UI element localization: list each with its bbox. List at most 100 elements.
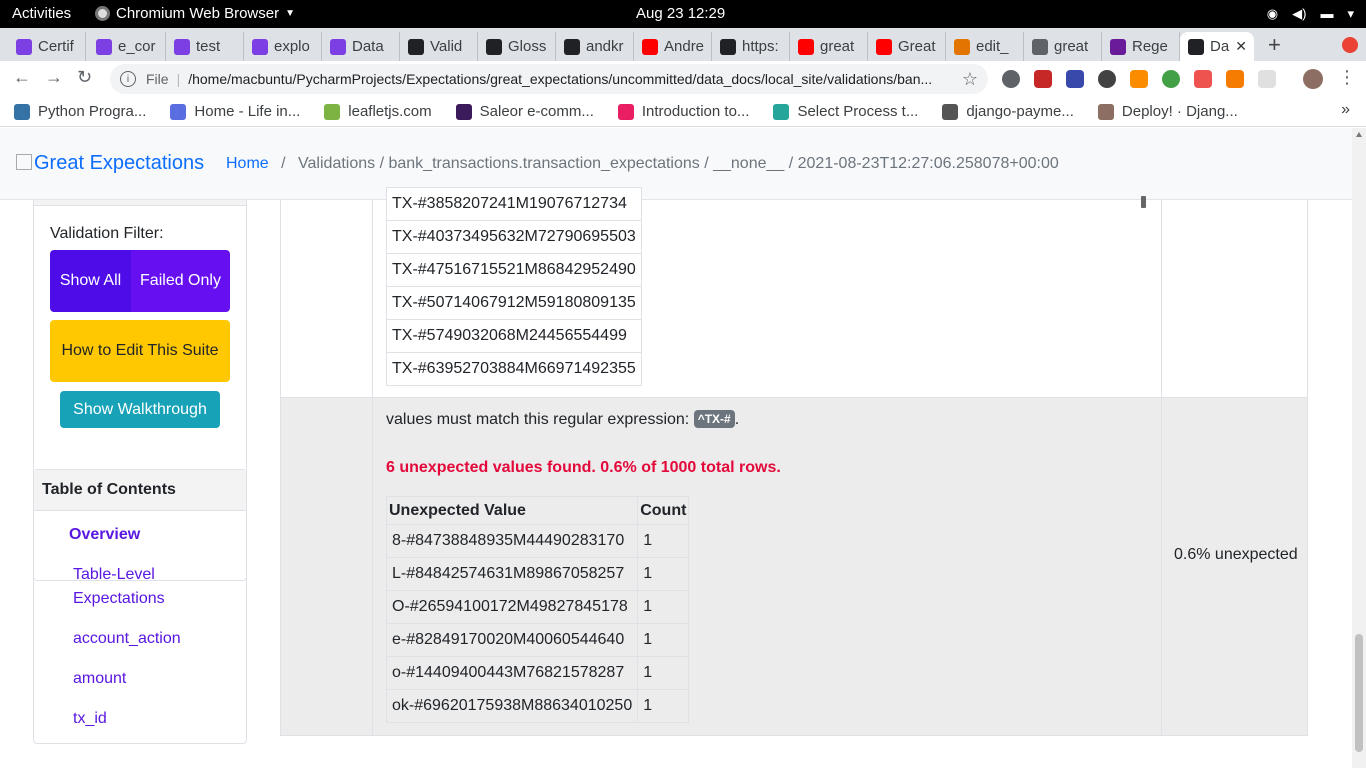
bookmark-favicon-icon <box>942 103 959 120</box>
tab-13[interactable]: edit_ <box>946 32 1024 61</box>
column-header-count: Count <box>637 496 690 525</box>
extension-shield-icon[interactable] <box>1162 70 1180 88</box>
system-tray[interactable]: ◉ ◀) ▬ ▾ <box>1267 6 1354 22</box>
bookmark-item[interactable]: Introduction to... <box>617 103 749 120</box>
activities-button[interactable]: Activities <box>12 5 71 22</box>
bookmarks-bar: Python Progra... Home - Life in... leaflet… <box>0 97 1366 127</box>
tab-1[interactable]: Certif <box>8 32 86 61</box>
toc-item-overview[interactable]: Overview <box>69 523 140 547</box>
tab-3[interactable]: test <box>166 32 244 61</box>
table-row: TX-#5749032068M24456554499 <box>386 319 642 353</box>
table-row: TX-#63952703884M66971492355 <box>386 352 642 386</box>
ge-logo-link[interactable]: Great Expectations <box>16 152 204 175</box>
unexpected-value-cell: 8-#84738848935M44490283170 <box>385 524 639 558</box>
count-cell: 1 <box>637 524 690 558</box>
caret-down-icon: ▼ <box>285 8 296 19</box>
tab-5[interactable]: Data <box>322 32 400 61</box>
bookmark-label: Deploy! · Djang... <box>1121 103 1238 120</box>
toc-item-account-action[interactable]: account_action <box>73 627 181 651</box>
tab-10[interactable]: https: <box>712 32 790 61</box>
tab-favicon-icon <box>1032 38 1048 55</box>
count-cell: 1 <box>637 623 690 657</box>
extension-chat-icon[interactable] <box>1002 70 1020 88</box>
bookmark-star-icon[interactable]: ☆ <box>962 69 978 90</box>
back-arrow-icon[interactable]: ← <box>13 67 31 88</box>
tab-favicon-icon <box>720 38 736 55</box>
bookmark-favicon-icon <box>1097 103 1114 120</box>
toc-item-amount[interactable]: amount <box>73 667 126 691</box>
tab-11[interactable]: great <box>790 32 868 61</box>
bookmark-item[interactable]: django-payme... <box>942 103 1074 120</box>
forward-arrow-icon[interactable]: → <box>45 67 63 88</box>
tab-label: test <box>196 38 221 55</box>
info-icon[interactable]: i <box>120 71 136 87</box>
extension-badge-icon[interactable] <box>1194 70 1212 88</box>
bookmark-favicon-icon <box>170 103 187 120</box>
url-text[interactable]: /home/macbuntu/PycharmProjects/Expectati… <box>188 71 958 87</box>
extension-pdf-icon[interactable] <box>1034 70 1052 88</box>
unexpected-values-table: Unexpected Value Count 8-#84738848935M44… <box>385 496 690 723</box>
tab-label: Data <box>352 38 384 55</box>
app-menu[interactable]: Chromium Web Browser ▼ <box>95 5 295 22</box>
bookmark-item[interactable]: Home - Life in... <box>170 103 300 120</box>
tab-4[interactable]: explo <box>244 32 322 61</box>
tab-favicon-icon <box>564 38 580 55</box>
failed-only-button[interactable]: Failed Only <box>131 250 230 312</box>
page-scrollbar[interactable] <box>1352 128 1366 768</box>
bookmark-label: leafletjs.com <box>348 103 432 120</box>
tab-label: andkr <box>586 38 624 55</box>
bookmark-item[interactable]: Python Progra... <box>14 103 146 120</box>
tab-12[interactable]: Great <box>868 32 946 61</box>
tab-6[interactable]: Valid <box>400 32 478 61</box>
tab-7[interactable]: Gloss <box>478 32 556 61</box>
show-walkthrough-button[interactable]: Show Walkthrough <box>60 391 220 428</box>
tab-label: great <box>1054 38 1089 55</box>
bookmark-item[interactable]: Saleor e-comm... <box>455 103 594 120</box>
close-tab-icon[interactable]: ✕ <box>1235 38 1247 55</box>
system-top-bar: Activities Chromium Web Browser ▼ Aug 23… <box>0 0 1366 28</box>
bookmark-item[interactable]: Deploy! · Djang... <box>1097 103 1238 120</box>
scroll-up-icon[interactable] <box>1356 132 1362 137</box>
bookmark-item[interactable]: Select Process t... <box>773 103 918 120</box>
tab-9[interactable]: Andre <box>634 32 712 61</box>
extension-upload-icon[interactable] <box>1066 70 1084 88</box>
table-row: o-#14409400443M76821578287 1 <box>385 656 690 690</box>
extension-fire-icon[interactable] <box>1130 70 1148 88</box>
toc-item-tx-id[interactable]: tx_id <box>73 707 107 731</box>
tab-favicon-icon <box>96 38 112 55</box>
extension-fedora-icon[interactable] <box>1098 70 1116 88</box>
profile-avatar[interactable] <box>1303 69 1323 89</box>
bookmarks-overflow-icon[interactable]: » <box>1341 101 1350 119</box>
scrollbar-thumb[interactable] <box>1355 634 1363 752</box>
extension-puzzle-icon[interactable] <box>1258 70 1276 88</box>
breadcrumb-home-link[interactable]: Home <box>226 155 269 172</box>
toc-item-table-level[interactable]: Table-Level Expectations <box>73 563 223 611</box>
bookmark-item[interactable]: leafletjs.com <box>324 103 432 120</box>
clock[interactable]: Aug 23 12:29 <box>636 5 725 22</box>
tab-label: Valid <box>430 38 463 55</box>
inner-scrollbar-thumb[interactable] <box>1141 196 1146 208</box>
column-divider <box>1161 200 1162 398</box>
tab-14[interactable]: great <box>1024 32 1102 61</box>
menu-kebab-icon[interactable]: ⋮ <box>1338 67 1356 88</box>
address-bar[interactable]: i File | /home/macbuntu/PycharmProjects/… <box>110 64 988 94</box>
tab-8[interactable]: andkr <box>556 32 634 61</box>
metamask-icon[interactable] <box>1226 70 1244 88</box>
new-tab-button[interactable]: + <box>1268 32 1281 58</box>
tab-favicon-icon <box>408 38 424 55</box>
result-row-regex: values must match this regular expressio… <box>280 398 1308 736</box>
tab-2[interactable]: e_cor <box>88 32 166 61</box>
reload-icon[interactable]: ↻ <box>77 67 92 88</box>
tab-label: Rege <box>1132 38 1168 55</box>
unexpected-value-cell: L-#84842574631M89867058257 <box>385 557 639 591</box>
logo-alt-text: Great Expectations <box>34 152 205 174</box>
battery-icon: ▬ <box>1320 6 1334 21</box>
bookmark-label: Saleor e-comm... <box>479 103 594 120</box>
unexpected-value-cell: TX-#3858207241M19076712734 <box>386 187 642 221</box>
tab-15[interactable]: Rege <box>1102 32 1180 61</box>
edit-suite-button[interactable]: How to Edit This Suite <box>50 320 230 382</box>
tab-label: https: <box>742 38 779 55</box>
unexpected-value-cell: O-#26594100172M49827845178 <box>385 590 639 624</box>
show-all-button[interactable]: Show All <box>50 250 131 312</box>
tab-16[interactable]: Da ✕ <box>1180 32 1254 61</box>
